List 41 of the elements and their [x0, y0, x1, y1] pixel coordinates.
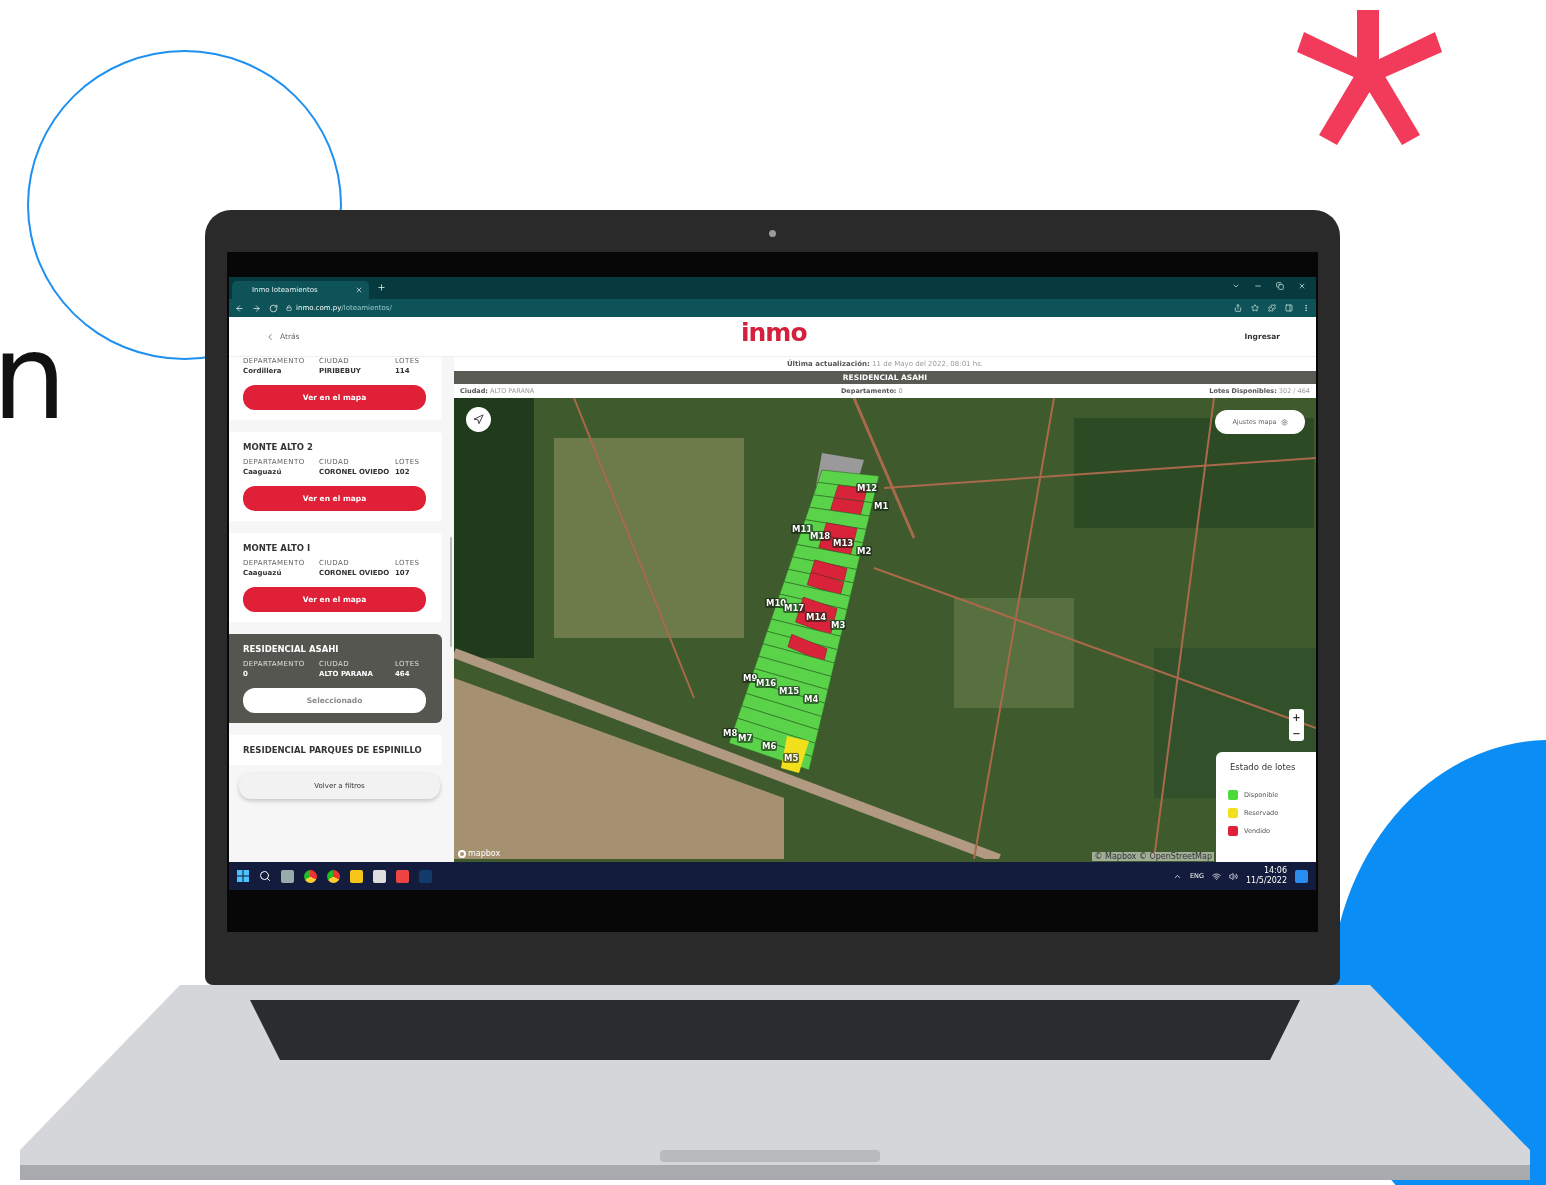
card-title: MONTE ALTO I: [243, 543, 312, 553]
map-attribution: © Mapbox © OpenStreetMap: [1092, 852, 1214, 861]
browser-icon[interactable]: [327, 869, 340, 883]
asterisk-icon: [1297, 10, 1442, 145]
camera-icon: [769, 230, 776, 237]
puzzle-icon: [1268, 304, 1276, 312]
app-icon[interactable]: [281, 869, 294, 883]
sidebar-icon: [1285, 304, 1293, 312]
clock[interactable]: 14:06 11/5/2022: [1245, 866, 1287, 886]
folder-icon[interactable]: [350, 869, 363, 883]
forward-icon: [252, 303, 261, 313]
settings-icon: [1280, 418, 1288, 426]
notification-icon[interactable]: [1295, 869, 1308, 883]
close-icon: [1298, 281, 1306, 290]
card-title: RESIDENCIAL PARQUES DE ESPINILLO: [243, 745, 423, 755]
volume-icon: [1228, 871, 1238, 881]
map-logo: mapbox: [458, 849, 501, 858]
compass-icon: [473, 414, 484, 425]
restore-icon: [1276, 281, 1284, 290]
logo[interactable]: inmo: [741, 320, 807, 345]
zoom-in-button[interactable]: +: [1289, 709, 1304, 725]
start-icon[interactable]: [237, 870, 249, 882]
browser-icon[interactable]: [304, 869, 317, 883]
back-icon: [235, 303, 244, 313]
large-letter: n: [0, 318, 67, 436]
card-title: RESIDENCIAL ASAHI: [243, 644, 340, 654]
chevron-left-icon: [265, 331, 275, 342]
share-icon: [1234, 304, 1242, 312]
new-tab-icon: [377, 282, 386, 292]
scrollbar[interactable]: [450, 537, 452, 647]
close-icon: [355, 286, 363, 294]
star-icon: [1251, 304, 1259, 312]
reload-icon: [269, 303, 278, 313]
search-icon: [259, 870, 271, 882]
lock-icon: [286, 305, 292, 311]
app-icon[interactable]: [373, 869, 386, 883]
card-title: MONTE ALTO 2: [243, 442, 314, 452]
zoom-out-button[interactable]: −: [1289, 725, 1304, 741]
legend-title: Estado de lotes: [1229, 762, 1297, 772]
wifi-icon: [1211, 871, 1221, 881]
more-icon: [1302, 304, 1310, 312]
